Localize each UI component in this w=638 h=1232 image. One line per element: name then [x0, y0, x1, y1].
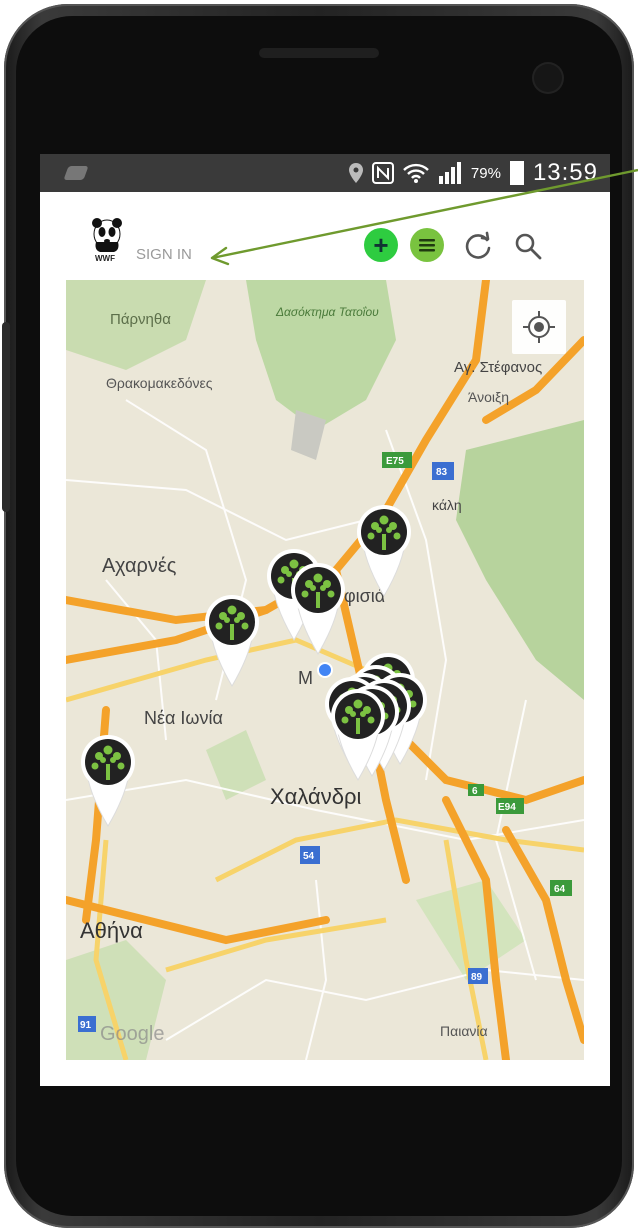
svg-text:54: 54 — [303, 851, 315, 862]
side-button[interactable] — [2, 322, 10, 512]
menu-button[interactable] — [410, 228, 444, 262]
search-button[interactable] — [510, 228, 546, 264]
sign-in-link[interactable]: SIGN IN — [136, 246, 192, 263]
label-acharnes: Αχαρνές — [102, 555, 177, 577]
label-ekali: κάλη — [432, 497, 462, 513]
current-location-dot — [317, 662, 333, 678]
google-logo: Google — [100, 1023, 165, 1045]
clock: 13:59 — [532, 159, 598, 186]
app-bar: WWF SIGN IN + — [40, 192, 610, 280]
svg-text:64: 64 — [554, 884, 566, 895]
label-tatoi: Δασόκτημα Τατοΐου — [275, 305, 379, 319]
add-icon: + — [373, 230, 389, 260]
app-screen: 79% 13:59 WWF SIGN IN + E75 83 6 E94 54 … — [40, 154, 610, 1086]
notification-icon — [63, 166, 89, 180]
label-parnitha: Πάρνηθα — [110, 311, 171, 328]
earpiece-speaker — [259, 48, 379, 58]
battery-percent: 79% — [470, 164, 501, 182]
signal-icon — [438, 162, 461, 184]
label-anoixi: Άνοιξη — [468, 389, 509, 405]
label-marousi: M — [298, 668, 313, 688]
map-view[interactable]: E75 83 6 E94 54 64 89 91 Πάρνηθα Δασόκτη… — [66, 280, 584, 1060]
nfc-icon — [371, 162, 394, 184]
svg-text:E94: E94 — [498, 802, 516, 813]
label-paiania: Παιανία — [440, 1023, 488, 1039]
logo-text: WWF — [95, 254, 115, 263]
add-button[interactable]: + — [364, 228, 398, 262]
svg-text:6: 6 — [472, 786, 478, 797]
svg-text:E75: E75 — [386, 456, 404, 467]
svg-text:91: 91 — [80, 1020, 92, 1031]
label-nea-ionia: Νέα Ιωνία — [144, 708, 223, 728]
panda-logo-icon[interactable] — [90, 214, 124, 258]
location-pin-icon — [348, 163, 363, 183]
label-kifisia: φισιά — [344, 586, 385, 606]
svg-text:83: 83 — [436, 467, 448, 478]
refresh-button[interactable] — [460, 228, 496, 264]
search-icon — [515, 233, 542, 260]
label-athina: Αθήνα — [80, 918, 143, 943]
wifi-icon — [403, 163, 429, 183]
my-location-button[interactable] — [512, 300, 566, 354]
status-bar: 79% 13:59 — [40, 154, 610, 192]
front-camera — [534, 64, 562, 92]
label-thrakomakedones: Θρακομακεδόνες — [106, 375, 213, 391]
menu-icon — [419, 239, 435, 252]
map-canvas[interactable]: E75 83 6 E94 54 64 89 91 Πάρνηθα Δασόκτη… — [66, 280, 584, 1060]
svg-text:89: 89 — [471, 972, 483, 983]
label-agios-stefanos: Αγ. Στέφανος — [454, 359, 542, 376]
label-chalandri: Χαλάνδρι — [270, 784, 362, 809]
battery-icon — [509, 161, 524, 185]
refresh-icon — [465, 231, 491, 259]
